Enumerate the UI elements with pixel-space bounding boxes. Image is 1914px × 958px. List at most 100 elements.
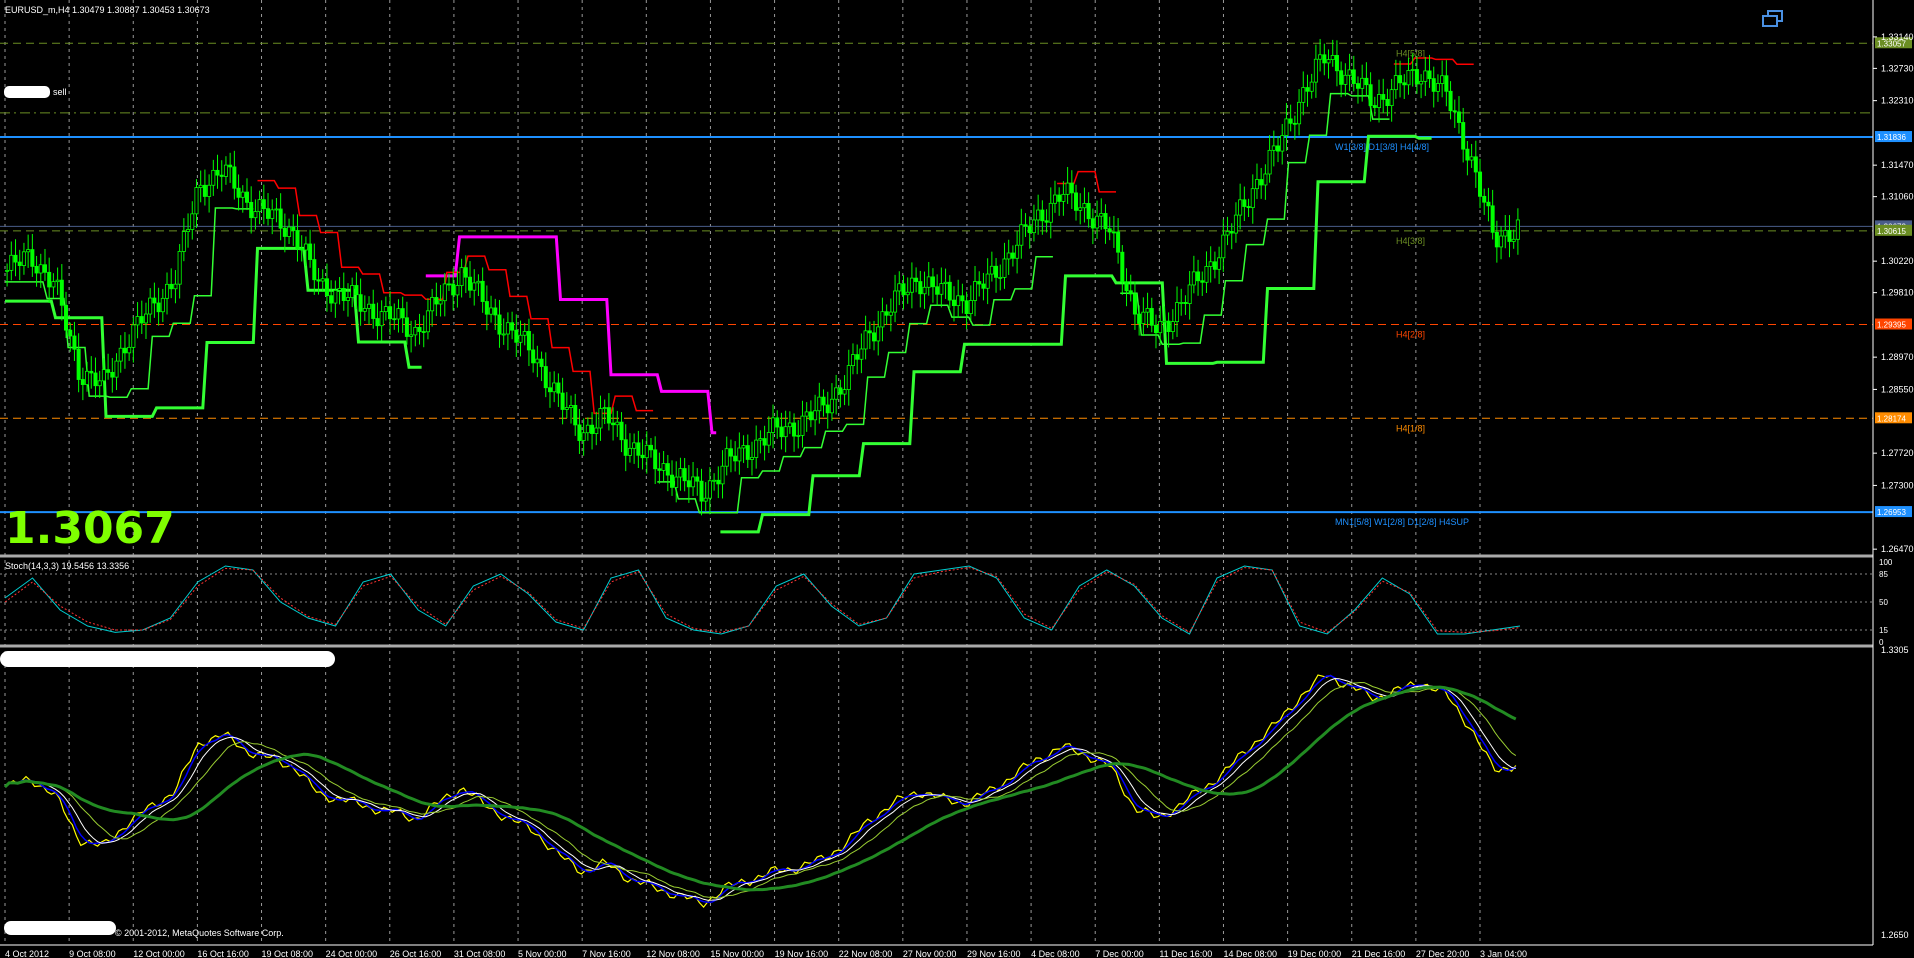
candle-body xyxy=(665,463,670,476)
candle-body xyxy=(1254,179,1259,190)
candle-body xyxy=(922,286,927,295)
window-restore-icon[interactable] xyxy=(1762,10,1784,28)
price-tick-label: 1.30220 xyxy=(1881,256,1914,266)
candle-body xyxy=(228,164,233,168)
redacted-label xyxy=(4,86,50,98)
candle-body xyxy=(998,276,1003,279)
candle-body xyxy=(1381,94,1386,100)
candle-body xyxy=(564,407,569,410)
candle-body xyxy=(1065,182,1070,195)
candle-body xyxy=(1250,188,1255,209)
candle-body xyxy=(973,281,978,301)
candle-body xyxy=(1074,192,1079,211)
candle-body xyxy=(165,283,170,299)
candle-body xyxy=(951,299,956,307)
candle-body xyxy=(1360,77,1365,89)
candle-body xyxy=(409,334,414,337)
candle-body xyxy=(1385,98,1390,107)
candle-body xyxy=(863,330,868,350)
symbol-header: EURUSD_m,H4 1.30479 1.30887 1.30453 1.30… xyxy=(5,5,210,15)
candle-body xyxy=(232,166,237,189)
price-tick-label: 1.33140 xyxy=(1881,32,1914,42)
current-price-big: 1.3067 xyxy=(5,503,175,554)
candle-body xyxy=(337,288,342,291)
candle-body xyxy=(55,279,60,283)
candle-body xyxy=(287,226,292,237)
candle-body xyxy=(223,164,228,177)
stoch-title: Stoch(14,3,3) 19.5456 13.3356 xyxy=(5,561,129,571)
candle-body xyxy=(177,251,182,285)
candle-body xyxy=(312,259,317,281)
level-price-tag-text: 1.26953 xyxy=(1877,508,1906,517)
candle-body xyxy=(796,434,801,437)
candle-body xyxy=(5,269,10,272)
candle-body xyxy=(644,444,649,459)
candle-body xyxy=(173,283,178,290)
candle-body xyxy=(1183,302,1188,304)
candle-body xyxy=(181,231,186,252)
candle-body xyxy=(489,307,494,315)
candle-body xyxy=(808,411,813,421)
candle-body xyxy=(417,326,422,332)
candle-body xyxy=(274,208,279,211)
candle-body xyxy=(716,479,721,485)
candle-body xyxy=(804,411,809,417)
level-price-tag-text: 1.29395 xyxy=(1877,321,1906,330)
candle-body xyxy=(472,282,477,291)
candle-body xyxy=(813,410,818,421)
candle-body xyxy=(594,427,599,434)
candle-body xyxy=(678,468,683,478)
candle-body xyxy=(383,306,388,313)
candle-body xyxy=(661,463,666,471)
candle-body xyxy=(139,316,144,324)
candle-body xyxy=(1061,193,1066,202)
candle-body xyxy=(1179,302,1184,304)
candle-body xyxy=(404,317,409,337)
candle-body xyxy=(341,288,346,301)
candle-body xyxy=(1204,266,1209,283)
candle-body xyxy=(89,370,94,374)
candle-body xyxy=(855,354,860,360)
candle-body xyxy=(560,392,565,410)
candle-body xyxy=(76,348,81,380)
candle-body xyxy=(1229,231,1234,234)
candle-body xyxy=(745,445,750,460)
time-tick-label: 14 Dec 08:00 xyxy=(1223,949,1277,958)
candle-body xyxy=(1099,213,1104,217)
chart-canvas[interactable]: H4[5/8]1.33057W1[3/8] D1[3/8] H4[4/8]1.3… xyxy=(0,0,1914,958)
candle-body xyxy=(114,360,119,378)
candle-body xyxy=(1137,313,1142,324)
candle-body xyxy=(1490,205,1495,233)
candle-body xyxy=(1322,54,1327,64)
time-tick-label: 7 Nov 16:00 xyxy=(582,949,631,958)
candle-body xyxy=(1515,219,1520,240)
candle-body xyxy=(514,329,519,343)
candle-body xyxy=(362,307,367,312)
candle-body xyxy=(156,302,161,313)
candle-body xyxy=(1456,111,1461,123)
candle-body xyxy=(1271,145,1276,151)
candle-body xyxy=(497,314,502,335)
candle-body xyxy=(97,380,102,387)
candle-body xyxy=(657,468,662,471)
candle-body xyxy=(733,455,738,462)
time-tick-label: 27 Dec 20:00 xyxy=(1416,949,1470,958)
candle-body xyxy=(110,371,115,378)
stoch-tick-label: 50 xyxy=(1879,598,1888,607)
candle-body xyxy=(80,379,85,385)
candle-body xyxy=(1124,281,1129,292)
candle-body xyxy=(783,426,788,438)
candle-body xyxy=(691,476,696,488)
time-tick-label: 19 Oct 08:00 xyxy=(262,949,314,958)
candle-body xyxy=(484,301,489,315)
candle-body xyxy=(266,208,271,219)
candle-body xyxy=(1377,94,1382,108)
candle-body xyxy=(636,442,641,456)
candle-body xyxy=(1368,84,1373,106)
candle-body xyxy=(1448,90,1453,112)
candle-body xyxy=(834,387,839,400)
candle-body xyxy=(135,316,140,326)
time-tick-label: 19 Nov 16:00 xyxy=(775,949,829,958)
candle-body xyxy=(21,251,26,266)
candle-body xyxy=(1057,194,1062,202)
